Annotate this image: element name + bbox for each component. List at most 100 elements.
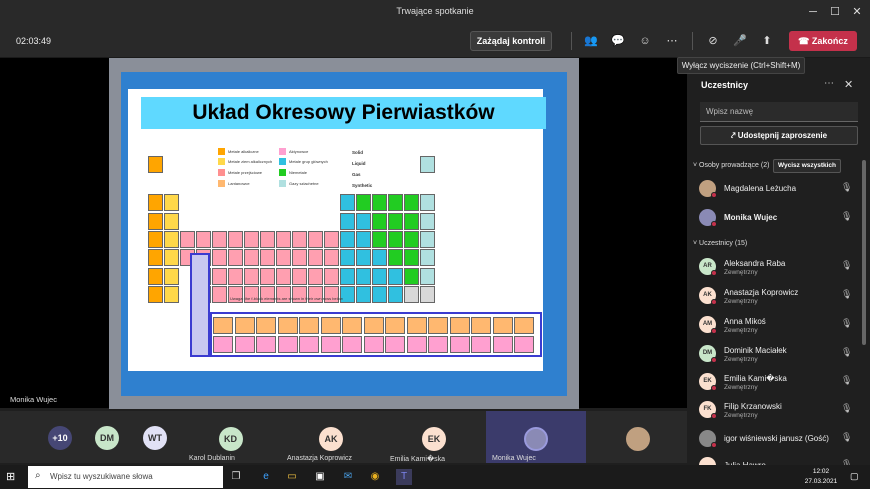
participant-row[interactable]: Monika Wujec 🎙	[699, 207, 854, 229]
mic-muted-icon[interactable]: 🎙	[841, 289, 852, 300]
participant-role: Zewnętrzny	[724, 384, 758, 391]
element-cell	[180, 230, 195, 248]
actinide-cell	[471, 336, 491, 353]
element-cell	[420, 249, 435, 267]
element-cell	[356, 249, 371, 267]
participant-row[interactable]: EK Emilia Kami�ska Zewnętrzny 🎙	[699, 371, 854, 393]
participant-search-input[interactable]	[700, 102, 858, 122]
lanthanide-cell	[449, 317, 470, 334]
lanthanide-cell	[213, 317, 233, 334]
mic-muted-icon[interactable]: 🎙	[841, 375, 852, 386]
participant-avatar: KD	[218, 427, 243, 451]
lanthanide-cell	[385, 317, 405, 334]
participant-row[interactable]: Magdalena Leżucha 🎙	[699, 178, 854, 200]
participant-avatar: WT	[143, 426, 167, 450]
file-explorer-icon[interactable]: ▭	[284, 469, 300, 485]
mic-on-icon[interactable]: 🎙	[841, 211, 852, 222]
element-cell	[372, 194, 387, 212]
mute-all-button[interactable]: Wycisz wszystkich	[773, 159, 841, 173]
participant-row[interactable]: igor wiśniewski janusz (Gość) 🎙	[699, 428, 854, 450]
mic-off-icon[interactable]: 🎤	[732, 33, 748, 49]
gallery-tile-name: Anastazja Koprowicz	[287, 455, 352, 462]
participant-row[interactable]: AR Aleksandra Raba Zewnętrzny 🎙	[699, 256, 854, 278]
camera-off-icon[interactable]: ⊘	[705, 33, 721, 49]
element-cell	[388, 249, 403, 267]
element-cell	[420, 212, 435, 230]
participant-row[interactable]: FK Filip Krzanowski Zewnętrzny 🎙	[699, 399, 854, 421]
chat-icon[interactable]: 💬	[610, 33, 626, 49]
mail-icon[interactable]: ✉	[340, 469, 356, 485]
state-legend-label: Solid	[352, 150, 363, 155]
minimize-icon[interactable]: ─	[804, 3, 822, 21]
edge-browser-icon[interactable]: e	[258, 469, 274, 485]
gallery-tile[interactable]: +10	[46, 411, 74, 463]
state-legend-label: Gas	[352, 172, 361, 177]
mic-muted-icon[interactable]: 🎙	[841, 403, 852, 414]
actinide-cell	[277, 336, 298, 353]
gallery-tile[interactable]	[588, 411, 687, 463]
panel-scrollbar[interactable]	[862, 160, 866, 345]
mic-muted-icon[interactable]: 🎙	[841, 347, 852, 358]
status-dot	[711, 270, 717, 276]
chrome-icon[interactable]: ◉	[367, 469, 383, 485]
end-meeting-button[interactable]: ☎ Zakończ	[789, 31, 857, 51]
legend-swatch	[218, 169, 225, 176]
mic-muted-icon[interactable]: 🎙	[841, 182, 852, 193]
gallery-tile[interactable]: KD Karol Dublanin	[183, 411, 278, 463]
store-icon[interactable]: ▣	[312, 469, 328, 485]
taskbar-clock[interactable]: 12:02 27.03.2021	[803, 467, 839, 487]
maximize-icon[interactable]: ☐	[826, 3, 844, 21]
gallery-tile[interactable]: DM	[93, 411, 121, 463]
taskbar-search-box[interactable]: ⌕ Wpisz tu wyszukiwane słowa	[28, 466, 223, 488]
element-cell	[356, 194, 371, 212]
element-cell	[388, 230, 403, 248]
mic-muted-icon[interactable]: 🎙	[841, 432, 852, 443]
actinide-cell	[256, 336, 276, 353]
end-meeting-label: Zakończ	[811, 36, 848, 46]
element-cell	[148, 249, 163, 267]
element-cell	[404, 230, 419, 248]
gallery-tile[interactable]: WT	[141, 411, 169, 463]
participant-row[interactable]: DM Dominik Maciałek Zewnętrzny 🎙	[699, 343, 854, 365]
participant-row[interactable]: AK Anastazja Koprowicz Zewnętrzny 🎙	[699, 285, 854, 307]
share-invite-button[interactable]: ⤤ Udostępnij zaproszenie	[700, 126, 858, 145]
element-cell	[196, 230, 211, 248]
legend-label: Niemetale	[289, 170, 308, 175]
request-control-button[interactable]: Zażądaj kontroli	[470, 31, 552, 51]
mic-muted-icon[interactable]: 🎙	[841, 260, 852, 271]
lanthanide-cell	[342, 317, 362, 334]
element-cell	[276, 249, 291, 267]
legend-swatch	[218, 158, 225, 165]
presenters-section-header[interactable]: ˅ Osoby prowadzące (2)	[693, 162, 769, 169]
meeting-toolbar: 02:03:49 Zażądaj kontroli 👥 💬 ☺ ⋯ ⊘ 🎤 ⬆ …	[0, 24, 870, 58]
lanthanide-cell	[406, 317, 427, 334]
close-icon[interactable]: ✕	[848, 3, 866, 21]
attendees-section-header[interactable]: ˅ Uczestnicy (15)	[693, 240, 747, 247]
participant-row[interactable]: AM Anna Mikoś Zewnętrzny 🎙	[699, 314, 854, 336]
reactions-icon[interactable]: ☺	[637, 33, 653, 49]
mic-muted-icon[interactable]: 🎙	[841, 318, 852, 329]
gallery-tile[interactable]: Monika Wujec	[486, 411, 586, 463]
gallery-tile-name: Karol Dublanin	[189, 455, 235, 462]
gallery-tile[interactable]: EK Emilia Kami�ska	[384, 411, 484, 463]
panel-close-icon[interactable]: ✕	[844, 78, 853, 91]
legend-label: Aktynowce	[289, 149, 309, 154]
teams-icon[interactable]: T	[396, 469, 412, 485]
task-view-icon[interactable]: ❐	[228, 469, 244, 485]
state-legend-label: Synthetic	[352, 183, 373, 188]
gallery-tile[interactable]: AK Anastazja Koprowicz	[281, 411, 381, 463]
participants-icon[interactable]: 👥	[583, 33, 599, 49]
participant-name: Aleksandra Raba	[724, 259, 786, 268]
windows-start-icon[interactable]: ⊞	[6, 470, 15, 483]
lanthanide-cell	[363, 317, 384, 334]
more-options-icon[interactable]: ⋯	[664, 33, 680, 49]
lanthanide-cell	[320, 317, 341, 334]
notification-icon[interactable]: ▢	[850, 471, 859, 482]
element-cell	[388, 212, 403, 230]
panel-more-icon[interactable]: ⋯	[824, 78, 834, 89]
element-cell	[148, 267, 163, 285]
share-screen-icon[interactable]: ⬆	[759, 33, 775, 49]
search-icon: ⌕	[35, 470, 41, 481]
phone-icon: ☎	[798, 36, 812, 46]
legend-swatch	[279, 180, 286, 187]
